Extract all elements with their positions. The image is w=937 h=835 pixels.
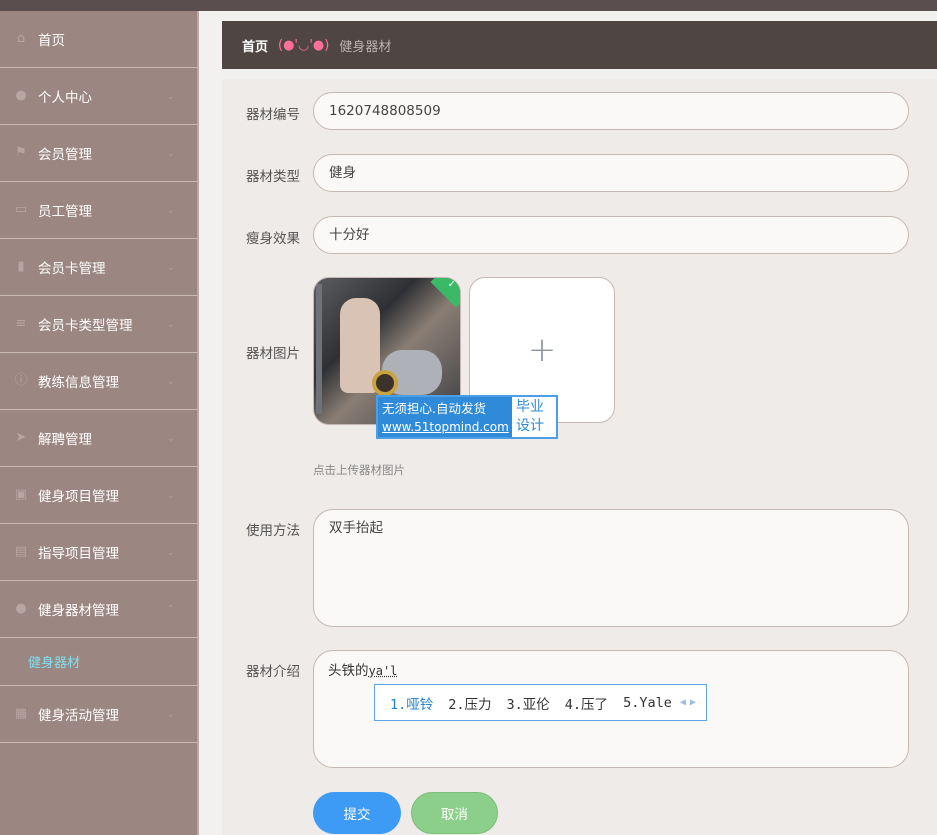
user-icon: ● [15, 601, 27, 616]
watermark-url: www.51topmind.com [382, 420, 509, 434]
image-label: 器材图片 [246, 346, 300, 362]
cancel-button[interactable]: 取消 [411, 792, 498, 834]
sidebar-subitem-label: 健身器材 [28, 656, 81, 671]
check-icon: ✓ [447, 279, 456, 290]
stack-icon: ▦ [14, 706, 28, 721]
breadcrumb: 首页 (●'◡'●) 健身器材 [222, 21, 937, 69]
chevron-down-icon: ⌄ [166, 432, 175, 444]
type-label: 器材类型 [246, 169, 300, 185]
monitor-icon: ▭ [14, 202, 28, 217]
chevron-down-icon: ⌄ [166, 204, 175, 216]
sidebar-item-fitness-projects[interactable]: ▣ 健身项目管理 ⌄ [0, 467, 197, 524]
sidebar-item-label: 指导项目管理 [38, 546, 119, 562]
chevron-up-icon: ⌃ [166, 603, 175, 615]
chevron-down-icon: ⌄ [166, 489, 175, 501]
sidebar-item-label: 员工管理 [38, 204, 92, 220]
sidebar-item-coaches[interactable]: ⓘ 教练信息管理 ⌄ [0, 353, 197, 410]
ime-candidate[interactable]: 4.压了 [565, 693, 608, 713]
watermark-right-top: 毕业 [516, 399, 544, 415]
send-icon: ➤ [15, 430, 27, 445]
breadcrumb-current: 健身器材 [339, 39, 392, 55]
sidebar-item-equipment[interactable]: ● 健身器材管理 ⌃ [0, 581, 197, 638]
ime-candidate-bar: 1.哑铃 2.压力 3.亚伦 4.压了 5.Yale ◀ ▶ [374, 684, 707, 721]
sidebar-item-label: 教练信息管理 [38, 375, 119, 391]
sidebar-subitem-equipment[interactable]: 健身器材 [0, 638, 197, 686]
chevron-down-icon: ⌄ [166, 708, 175, 720]
sidebar-item-dismissal[interactable]: ➤ 解聘管理 ⌄ [0, 410, 197, 467]
watermark-right-bottom: 设计 [516, 418, 544, 434]
sidebar-item-label: 会员管理 [38, 147, 92, 163]
sidebar-item-members[interactable]: ⚑ 会员管理 ⌄ [0, 125, 197, 182]
sidebar-item-label: 首页 [38, 33, 65, 49]
chevron-down-icon: ⌄ [166, 90, 175, 102]
usage-textarea[interactable]: 双手抬起 [313, 509, 909, 627]
flag-icon: ⚑ [15, 145, 27, 160]
ime-candidate[interactable]: 1.哑铃 [390, 693, 433, 713]
intro-label: 器材介绍 [246, 664, 300, 680]
type-input[interactable]: 健身 [313, 154, 909, 192]
usage-label: 使用方法 [246, 523, 300, 539]
sidebar-item-guidance-projects[interactable]: ▤ 指导项目管理 ⌄ [0, 524, 197, 581]
main-content: 首页 (●'◡'●) 健身器材 器材编号 1620748808509 器材类型 … [199, 11, 937, 835]
intro-typed-text: 头铁的ya'l [328, 663, 398, 679]
sidebar-item-card-types[interactable]: ≡ 会员卡类型管理 ⌄ [0, 296, 197, 353]
ime-candidate[interactable]: 2.压力 [448, 693, 491, 713]
sidebar: ⌂ 首页 ● 个人中心 ⌄ ⚑ 会员管理 ⌄ ▭ 员工管理 ⌄ ▮ 会员卡管理 ⌄ ≡ 会员卡类型管… [0, 11, 199, 835]
sidebar-item-label: 健身活动管理 [38, 708, 119, 724]
sidebar-item-label: 会员卡管理 [38, 261, 106, 277]
chevron-down-icon: ⌄ [166, 147, 175, 159]
chevron-right-icon[interactable]: ▶ [690, 697, 696, 708]
sidebar-item-personal-center[interactable]: ● 个人中心 ⌄ [0, 68, 197, 125]
plus-icon: + [527, 330, 557, 370]
upload-success-badge [430, 278, 460, 308]
picture-icon: ▣ [14, 487, 28, 502]
code-input[interactable]: 1620748808509 [313, 92, 909, 130]
chevron-down-icon: ⌄ [166, 546, 175, 558]
home-icon: ⌂ [16, 31, 26, 46]
ime-candidate[interactable]: 3.亚伦 [507, 693, 550, 713]
sidebar-item-label: 解聘管理 [38, 432, 92, 448]
info-icon: ⓘ [14, 373, 28, 388]
sidebar-item-label: 健身项目管理 [38, 489, 119, 505]
watermark-badge: 无须担心.自动发货 www.51topmind.com 毕业设计 [376, 395, 558, 439]
ime-candidate[interactable]: 5.Yale [623, 695, 672, 711]
breadcrumb-emoticon: (●'◡'●) [278, 37, 330, 53]
equipment-form: 器材编号 1620748808509 器材类型 健身 瘦身效果 十分好 器材图片… [222, 79, 937, 835]
sidebar-item-home[interactable]: ⌂ 首页 [0, 11, 197, 68]
sidebar-item-staff[interactable]: ▭ 员工管理 ⌄ [0, 182, 197, 239]
upload-hint: 点击上传器材图片 [313, 463, 405, 477]
breadcrumb-home[interactable]: 首页 [242, 36, 268, 55]
document-icon: ▤ [14, 544, 28, 559]
effect-input[interactable]: 十分好 [313, 216, 909, 254]
chevron-left-icon[interactable]: ◀ [680, 697, 686, 708]
effect-label: 瘦身效果 [246, 231, 300, 247]
chevron-down-icon: ⌄ [166, 261, 175, 273]
submit-button[interactable]: 提交 [313, 792, 401, 834]
sidebar-item-activities[interactable]: ▦ 健身活动管理 ⌄ [0, 686, 197, 743]
sidebar-item-label: 健身器材管理 [38, 603, 119, 619]
chart-icon: ▮ [17, 259, 25, 274]
sidebar-item-label: 会员卡类型管理 [38, 318, 133, 334]
sidebar-item-label: 个人中心 [38, 90, 92, 106]
watermark-text: 无须担心.自动发货 [382, 401, 486, 416]
top-bar [0, 0, 937, 11]
ime-composition: ya'l [368, 664, 398, 678]
user-icon: ● [15, 88, 27, 103]
code-label: 器材编号 [246, 107, 300, 123]
list-icon: ≡ [15, 316, 27, 331]
sidebar-item-member-cards[interactable]: ▮ 会员卡管理 ⌄ [0, 239, 197, 296]
chevron-down-icon: ⌄ [166, 375, 175, 387]
chevron-down-icon: ⌄ [166, 318, 175, 330]
